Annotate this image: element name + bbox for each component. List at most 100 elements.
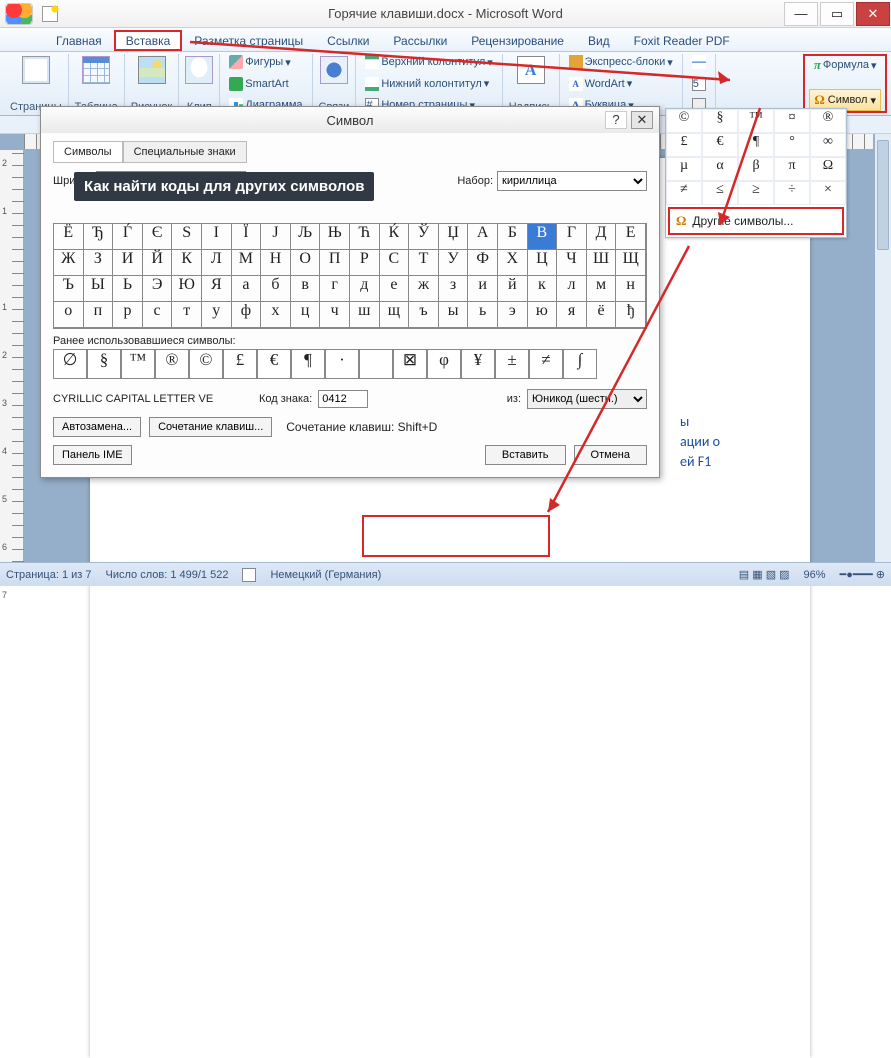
group-picture[interactable]: Рисунок [125,54,180,113]
symbol-quick-cell[interactable]: β [738,157,774,181]
recent-cell[interactable]: ≠ [529,349,563,379]
recent-cell[interactable]: € [257,349,291,379]
char-cell[interactable]: Щ [616,250,646,276]
symbol-quick-cell[interactable]: × [810,181,846,205]
recent-cell[interactable]: ± [495,349,529,379]
btn-header[interactable]: Верхний колонтитул▾ [362,54,495,70]
dlg-tab-special[interactable]: Специальные знаки [123,141,247,163]
close-button[interactable]: ✕ [856,2,890,26]
symbol-quick-cell[interactable]: π [774,157,810,181]
char-cell[interactable]: Ш [587,250,617,276]
more-symbols-button[interactable]: Ω Другие символы... [668,207,844,235]
btn-quick[interactable]: Экспресс-блоки▾ [566,54,676,70]
char-cell[interactable]: Ъ [54,276,84,302]
char-cell[interactable]: ъ [409,302,439,328]
char-cell[interactable]: Є [143,224,173,250]
symbol-quick-cell[interactable]: µ [666,157,702,181]
char-cell[interactable]: Д [587,224,617,250]
char-cell[interactable]: л [557,276,587,302]
group-pages[interactable]: Страницы [4,54,69,113]
char-cell[interactable]: Ч [557,250,587,276]
group-links[interactable]: Связи [313,54,357,113]
status-zoom[interactable]: 96% [804,569,826,581]
symbol-quick-cell[interactable]: £ [666,133,702,157]
char-cell[interactable]: м [587,276,617,302]
char-cell[interactable]: Ы [84,276,114,302]
symbol-quick-cell[interactable]: ≠ [666,181,702,205]
char-cell[interactable]: з [439,276,469,302]
char-cell[interactable]: й [498,276,528,302]
char-cell[interactable]: А [468,224,498,250]
recent-cell[interactable]: ∫ [563,349,597,379]
recent-cell[interactable]: · [325,349,359,379]
symbol-quick-cell[interactable]: ™ [738,109,774,133]
char-cell[interactable]: Б [498,224,528,250]
btn-sigline[interactable] [689,54,709,70]
dialog-close-button[interactable]: ✕ [631,111,653,129]
symbol-quick-cell[interactable]: § [702,109,738,133]
tab-mail[interactable]: Рассылки [381,30,459,51]
status-page[interactable]: Страница: 1 из 7 [6,569,92,581]
symbol-quick-cell[interactable]: ≤ [702,181,738,205]
tab-layout[interactable]: Разметка страницы [182,30,315,51]
char-cell[interactable]: Ю [172,276,202,302]
zoom-slider[interactable]: ━●━━━ ⊕ [840,568,885,581]
char-cell[interactable]: Ћ [350,224,380,250]
group-table[interactable]: Таблица [69,54,125,113]
tab-view[interactable]: Вид [576,30,622,51]
char-cell[interactable]: И [113,250,143,276]
char-cell[interactable]: п [84,302,114,328]
char-cell[interactable]: В [528,224,558,250]
qat-new-icon[interactable] [42,6,58,22]
char-cell[interactable]: О [291,250,321,276]
btn-formula[interactable]: πФормула▾ [811,56,880,74]
symbol-quick-cell[interactable]: ° [774,133,810,157]
ime-button[interactable]: Панель IME [53,445,132,465]
char-cell[interactable]: и [468,276,498,302]
char-cell[interactable]: І [202,224,232,250]
char-cell[interactable]: Р [350,250,380,276]
insert-button[interactable]: Вставить [485,445,566,465]
char-cell[interactable]: У [439,250,469,276]
char-cell[interactable]: Ї [232,224,262,250]
char-cell[interactable]: ь [468,302,498,328]
from-select[interactable]: Юникод (шестн.) [527,389,647,409]
char-cell[interactable]: ж [409,276,439,302]
symbol-quick-cell[interactable]: © [666,109,702,133]
char-cell[interactable]: Ц [528,250,558,276]
recent-cell[interactable]: § [87,349,121,379]
char-cell[interactable]: ф [232,302,262,328]
char-cell[interactable]: Х [498,250,528,276]
recent-cell[interactable] [359,349,393,379]
char-cell[interactable]: т [172,302,202,328]
char-cell[interactable]: Т [409,250,439,276]
char-cell[interactable]: Џ [439,224,469,250]
char-cell[interactable]: ђ [616,302,646,328]
char-cell[interactable]: Е [616,224,646,250]
char-cell[interactable]: в [291,276,321,302]
char-cell[interactable]: а [232,276,262,302]
char-cell[interactable]: Э [143,276,173,302]
char-cell[interactable]: Ѓ [113,224,143,250]
char-cell[interactable]: Я [202,276,232,302]
char-cell[interactable]: щ [380,302,410,328]
btn-datetime[interactable]: 5 [689,76,709,92]
recent-cell[interactable]: © [189,349,223,379]
recent-cell[interactable]: ¥ [461,349,495,379]
recent-cell[interactable]: φ [427,349,461,379]
symbol-quick-cell[interactable]: ÷ [774,181,810,205]
tab-foxit[interactable]: Foxit Reader PDF [622,30,742,51]
char-cell[interactable]: Ђ [84,224,114,250]
autocorrect-button[interactable]: Автозамена... [53,417,141,437]
tab-review[interactable]: Рецензирование [459,30,576,51]
char-cell[interactable]: о [54,302,84,328]
char-cell[interactable]: р [113,302,143,328]
char-cell[interactable]: к [528,276,558,302]
recent-cell[interactable]: ¶ [291,349,325,379]
char-cell[interactable]: н [616,276,646,302]
char-cell[interactable]: Ў [409,224,439,250]
char-cell[interactable]: у [202,302,232,328]
recent-cell[interactable]: ∅ [53,349,87,379]
symbol-quick-cell[interactable]: € [702,133,738,157]
dlg-tab-symbols[interactable]: Символы [53,141,123,163]
